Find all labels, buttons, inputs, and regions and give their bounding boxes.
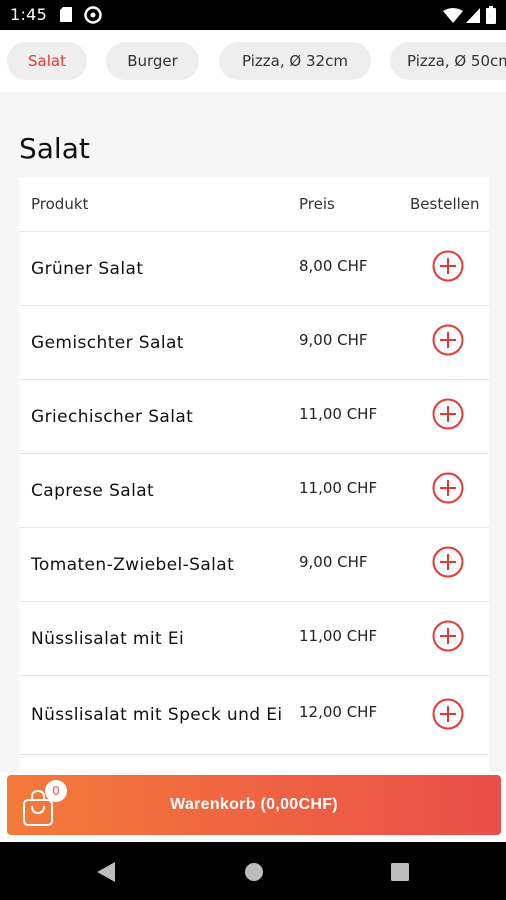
product-price: 11,00 CHF (299, 626, 378, 645)
category-chip-salat[interactable]: Salat (7, 42, 87, 80)
add-to-cart-button[interactable] (432, 250, 464, 282)
cart-button[interactable]: 0 Warenkorb (0,00CHF) (7, 775, 501, 835)
category-chip-pizza-50[interactable]: Pizza, Ø 50cm (390, 42, 506, 80)
battery-icon (486, 6, 496, 24)
product-name: Tomaten-Zwiebel-Salat (31, 554, 235, 575)
add-to-cart-button[interactable] (432, 398, 464, 430)
status-bar: 1:45 (0, 0, 506, 30)
home-icon[interactable] (244, 862, 264, 882)
add-to-cart-button[interactable] (432, 620, 464, 652)
product-price: 11,00 CHF (299, 478, 378, 497)
product-name: Nüsslisalat mit Speck und Ei (31, 705, 283, 725)
product-price: 9,00 CHF (299, 552, 368, 571)
sd-card-icon (60, 7, 72, 22)
table-body: Grüner Salat 8,00 CHF Gemischter Salat 9,00… (19, 232, 489, 772)
table-row: Grüner Salat 8,00 CHF (19, 232, 489, 306)
navigation-bar (0, 842, 506, 900)
wifi-icon (443, 8, 463, 23)
table-row: Griechischer Salat 11,00 CHF (19, 380, 489, 454)
header-product: Produkt (31, 195, 89, 213)
table-header: Produkt Preis Bestellen (19, 177, 489, 232)
product-price: 12,00 CHF (299, 703, 378, 721)
product-price: 9,00 CHF (299, 330, 368, 349)
table-row: Tomaten-Zwiebel-Salat 9,00 CHF (19, 528, 489, 602)
product-name: Gemischter Salat (31, 332, 184, 353)
product-table: Produkt Preis Bestellen Grüner Salat 8,00… (19, 177, 489, 772)
section-title: Salat (19, 132, 90, 165)
header-order: Bestellen (410, 195, 480, 213)
category-chip-burger[interactable]: Burger (106, 42, 199, 80)
table-row: Nüsslisalat mit Ei 11,00 CHF (19, 602, 489, 676)
table-row: Nüsslisalat mit Speck und Ei 12,00 CHF (19, 676, 489, 755)
add-to-cart-button[interactable] (432, 472, 464, 504)
product-name: Nüsslisalat mit Ei (31, 628, 185, 649)
add-to-cart-button[interactable] (432, 698, 464, 730)
category-bar: Salat Burger Pizza, Ø 32cm Pizza, Ø 50cm (0, 30, 506, 92)
signal-icon (466, 8, 480, 23)
table-row: Caprese Salat 11,00 CHF (19, 454, 489, 528)
category-chip-pizza-32[interactable]: Pizza, Ø 32cm (219, 42, 371, 80)
header-price: Preis (299, 195, 335, 213)
table-row (19, 755, 489, 772)
recents-icon[interactable] (391, 863, 409, 881)
product-price: 11,00 CHF (299, 404, 378, 423)
sync-icon (84, 6, 102, 24)
menu-content: Salat Produkt Preis Bestellen Grüner Sal… (0, 92, 506, 772)
status-time: 1:45 (10, 5, 48, 24)
back-icon[interactable] (97, 862, 115, 882)
cart-label: Warenkorb (0,00CHF) (170, 796, 338, 813)
table-row: Gemischter Salat 9,00 CHF (19, 306, 489, 380)
product-name: Griechischer Salat (31, 406, 194, 427)
product-name: Caprese Salat (31, 480, 155, 501)
product-name: Grüner Salat (31, 258, 144, 279)
add-to-cart-button[interactable] (432, 546, 464, 578)
product-price: 8,00 CHF (299, 256, 368, 275)
add-to-cart-button[interactable] (432, 324, 464, 356)
